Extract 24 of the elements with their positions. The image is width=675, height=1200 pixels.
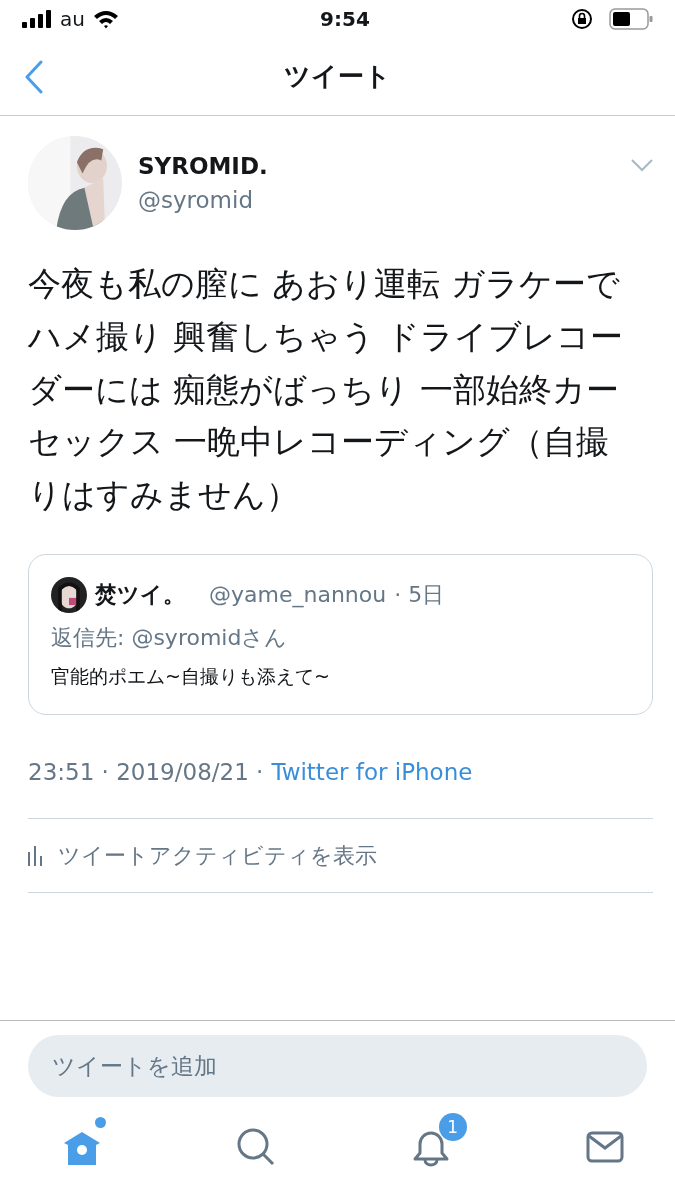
reply-to-text: 返信先: @syromidさん xyxy=(51,624,289,652)
carrier-name: au xyxy=(60,6,85,33)
user-handle: @yame_nannou xyxy=(209,581,387,610)
search-icon[interactable] xyxy=(236,1127,277,1167)
source-link[interactable]: Twitter for iPhone xyxy=(271,755,473,790)
bar-chart-icon xyxy=(28,844,42,867)
tweet-text: 今夜も私の膣に あおり運転 ガラケーでハメ撮り 興奮しちゃう ドライブレコーダーには 痴態がばっちり 一部始終カーセックス 一晩中レコーディング（自撮りはすみません） xyxy=(28,263,623,517)
timestamp: · 5日 xyxy=(394,581,445,610)
quoted-tweet-card[interactable]: 焚ツイ。 @yame_nannou · 5日 返信先: @syromidさん 官能的ポエム~自撮りも添えて~ xyxy=(28,554,653,716)
clock-time: 9:54 xyxy=(320,6,370,33)
notification-badge: 1 xyxy=(438,1113,467,1141)
rotation-lock-icon xyxy=(571,8,593,30)
page-title: ツイート xyxy=(284,60,391,93)
activity-link[interactable]: ツイートアクティビティを表示 xyxy=(58,839,377,872)
quoted-text: 官能的ポエム~自撮りも添えて~ xyxy=(51,664,331,689)
signal-icon xyxy=(22,10,52,28)
user-handle[interactable]: @syromid xyxy=(138,183,615,218)
wifi-icon xyxy=(92,9,119,29)
display-name[interactable]: SYROMID. xyxy=(138,148,615,183)
back-button[interactable] xyxy=(24,60,44,94)
timestamp: 23:51 · 2019/08/21 · xyxy=(28,758,264,788)
battery-icon xyxy=(609,8,653,30)
reply-field[interactable]: ツイートを追加 xyxy=(28,1035,647,1097)
display-name: 焚ツイ。 xyxy=(95,581,185,610)
